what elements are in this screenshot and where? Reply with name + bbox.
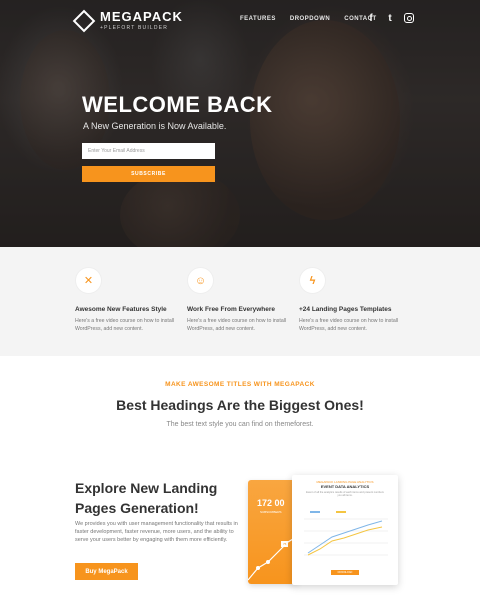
instagram-icon[interactable] [404,13,414,23]
phone-badge: 75 [281,541,289,547]
explore-title: Explore New Landing Pages Generation! [75,480,218,516]
features-section: ✕ Awesome New Features Style Here's a fr… [0,247,480,356]
lightning-icon: ϟ [299,267,326,294]
main-nav: FEATURES DROPDOWN CONTACT [240,16,377,22]
feature-text: Here's a free video course on how to ins… [299,318,399,332]
logo-title: MEGAPACK [100,9,183,24]
analytics-mockup: MEGAPACK LANDING PAGE ANALYTICS EVENT DA… [292,475,398,585]
tools-icon: ✕ [75,267,102,294]
facebook-icon[interactable]: f [366,13,376,24]
nav-item-dropdown[interactable]: DROPDOWN [290,16,330,22]
email-input[interactable] [82,143,215,159]
logo-icon [72,9,96,32]
twitter-icon[interactable]: t [385,13,395,24]
logo[interactable]: MEGAPACK +PLEFORT BUILDER [72,9,183,32]
analytics-chart [304,511,388,556]
section-title: Best Headings Are the Biggest Ones! [116,397,364,413]
nav-item-features[interactable]: FEATURES [240,16,276,22]
feature-title: +24 Landing Pages Templates [299,306,392,313]
feature-item: ϟ +24 Landing Pages Templates Here's a f… [299,267,409,333]
smile-icon: ☺ [187,267,214,294]
feature-title: Awesome New Features Style [75,306,167,313]
hero-section: MEGAPACK +PLEFORT BUILDER FEATURES DROPD… [0,0,480,247]
subscribe-button[interactable]: SUBSCRIBE [82,166,215,182]
feature-item: ☺ Work Free From Everywhere Here's a fre… [187,267,297,333]
hero-title: WELCOME BACK [82,92,273,117]
feature-text: Here's a free video course on how to ins… [187,318,287,332]
logo-subtitle: +PLEFORT BUILDER [100,25,169,31]
download-button[interactable]: DOWNLOAD [331,570,359,575]
phone-mockup: 172 00 SUBSCRIBERS 75 [248,480,298,584]
section-kicker: MAKE AWESOME TITLES WITH MEGAPACK [165,381,315,388]
section-subtitle: The best text style you can find on them… [166,421,314,428]
feature-title: Work Free From Everywhere [187,306,276,313]
social-links: f t [366,13,414,24]
hero-overlay [0,0,480,247]
buy-megapack-button[interactable]: Buy MegaPack [75,563,138,580]
hero-subtitle: A New Generation is Now Available. [83,121,227,131]
explore-text: We provides you with user management fun… [75,521,238,543]
feature-text: Here's a free video course on how to ins… [75,318,175,332]
feature-item: ✕ Awesome New Features Style Here's a fr… [75,267,185,333]
phone-chart [248,535,298,581]
